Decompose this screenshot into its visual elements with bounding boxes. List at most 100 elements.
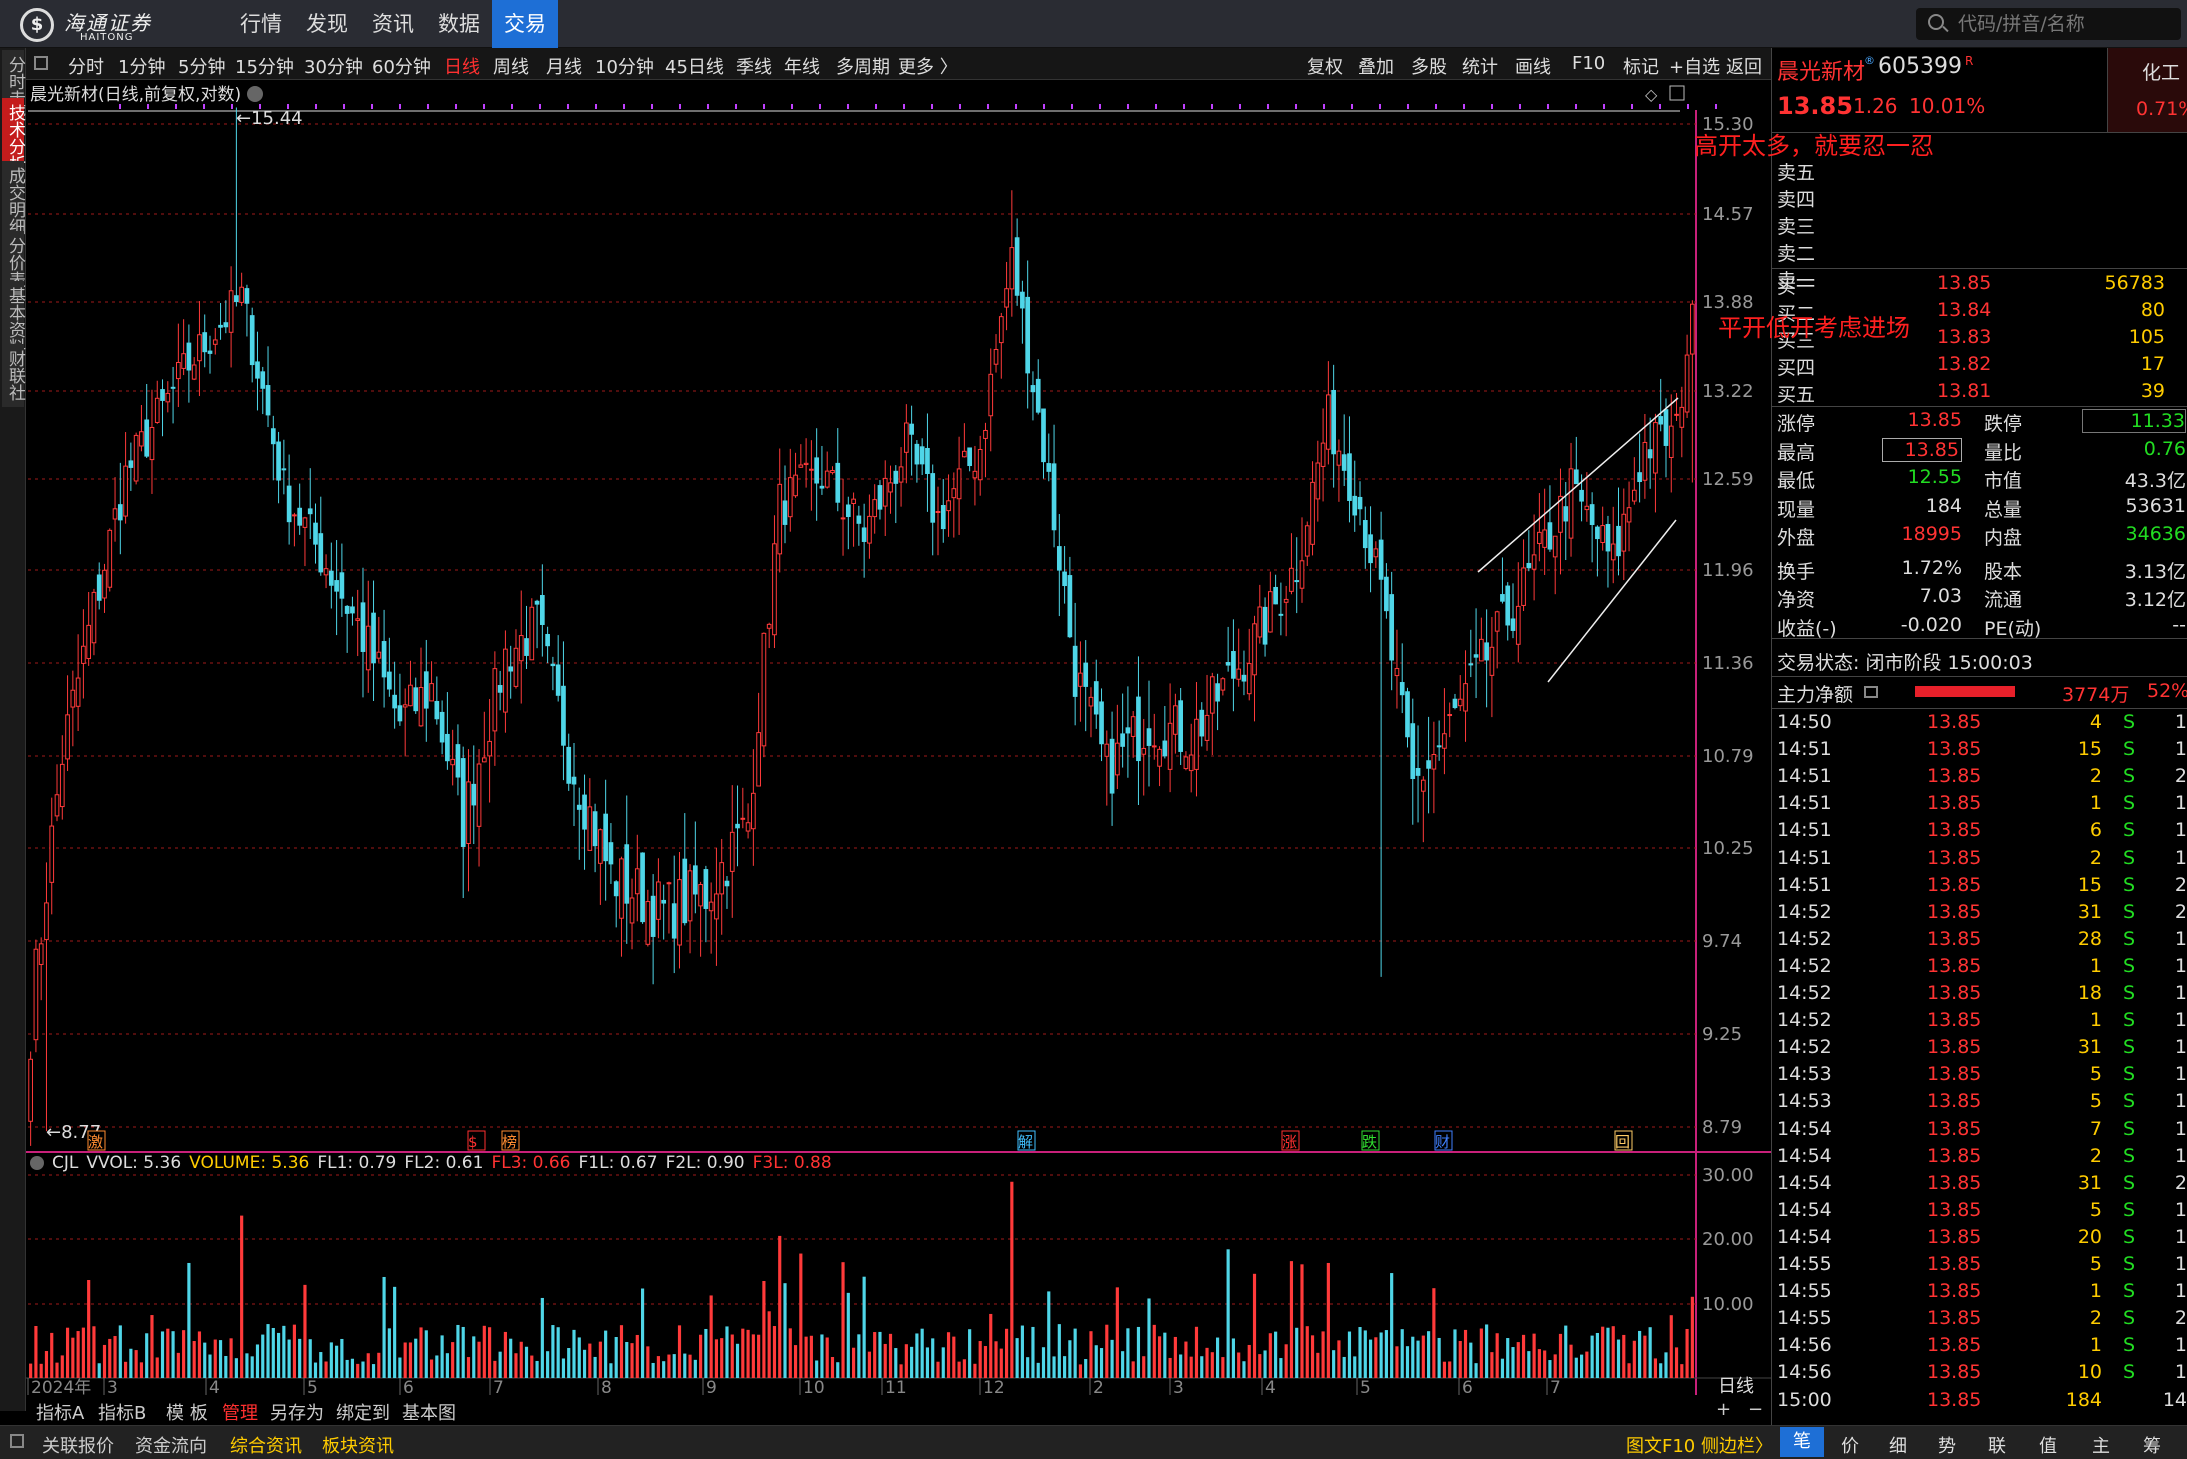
volume-toggle-icon[interactable] (30, 1156, 44, 1170)
nav-item[interactable]: 资讯 (360, 0, 426, 48)
main-flow-icon[interactable] (1864, 686, 1878, 698)
chart-options-icon[interactable] (247, 86, 264, 102)
candle-body (592, 811, 598, 847)
period-tab[interactable]: 季线 (736, 53, 772, 79)
quote-panel-tab[interactable]: 值 (2026, 1432, 2070, 1458)
tick-volume: 10 (2077, 1361, 2102, 1384)
candle-body (1368, 534, 1373, 564)
period-tab[interactable]: 多周期 (836, 53, 890, 79)
candle-body (207, 350, 213, 354)
indicator-toolbar-button[interactable]: 指标A (36, 1399, 84, 1425)
nav-item[interactable]: 交易 (492, 0, 558, 48)
bottom-news-tab[interactable]: 资金流向 (135, 1432, 207, 1458)
quote-panel-tab[interactable]: 势 (1925, 1432, 1969, 1458)
quote-panel-tab[interactable]: 主 (2079, 1432, 2123, 1458)
candle-body (1410, 723, 1416, 780)
candle-body (1046, 463, 1052, 472)
volume-bar (1163, 1332, 1167, 1378)
window-icon[interactable] (1669, 85, 1685, 101)
candle-body (418, 687, 424, 727)
candle-body (1515, 605, 1521, 645)
indicator-toolbar-button[interactable]: 管理 (222, 1399, 258, 1425)
quote-panel-tab[interactable]: 价 (1828, 1432, 1872, 1458)
quote-panel-tab[interactable]: 筹 (2130, 1432, 2174, 1458)
indicator-toolbar-button[interactable]: 绑定到 (336, 1399, 390, 1425)
quote-panel-tab[interactable]: 细 (1876, 1432, 1920, 1458)
period-tab[interactable]: 月线 (546, 53, 582, 79)
tool-button[interactable]: 返回 (1726, 53, 1762, 79)
search-input[interactable]: 代码/拼音/名称 (1916, 8, 2181, 40)
tool-button[interactable]: 标记 (1623, 53, 1659, 79)
f10-sidebar-link[interactable]: 图文F10 侧边栏〉 (1626, 1432, 1773, 1458)
annotation-text: 平开低开考虑进场 (1718, 314, 1910, 342)
period-tab[interactable]: 周线 (493, 53, 529, 79)
period-tab[interactable]: 分时 (68, 53, 104, 79)
event-marker[interactable]: 跌 (1362, 1133, 1377, 1151)
candle-body (988, 373, 994, 417)
nav-item[interactable]: 发现 (294, 0, 360, 48)
diamond-icon[interactable]: ◇ (1645, 85, 1658, 104)
volume-bar (187, 1262, 191, 1378)
quote-panel-tab[interactable]: 笔 (1780, 1427, 1824, 1457)
volume-bar (71, 1337, 75, 1378)
period-tab[interactable]: 60分钟 (372, 53, 431, 79)
period-tab[interactable]: 年线 (784, 53, 820, 79)
period-tab[interactable]: 45日线 (665, 53, 724, 79)
candle-body (91, 591, 97, 644)
nav-item[interactable]: 数据 (426, 0, 492, 48)
event-marker[interactable]: 涨 (1282, 1133, 1297, 1151)
period-tab[interactable]: 10分钟 (595, 53, 654, 79)
tick-price: 13.85 (1927, 982, 1982, 1004)
period-tab[interactable]: 5分钟 (178, 53, 225, 79)
volume-bar (625, 1341, 629, 1378)
tool-button[interactable]: 画线 (1515, 53, 1551, 79)
period-tab[interactable]: 15分钟 (235, 53, 294, 79)
kline-chart[interactable]: 15.3014.5713.8813.2212.5911.9611.3610.79… (26, 80, 1771, 1397)
tick-volume: 18 (2077, 982, 2102, 1004)
event-marker[interactable]: 回 (1615, 1133, 1630, 1151)
add-icon[interactable]: + (1716, 1399, 1731, 1420)
x-axis-label: 3 (107, 1378, 118, 1397)
event-marker[interactable]: 财 (1435, 1133, 1450, 1151)
volume-bar (182, 1330, 186, 1378)
event-marker[interactable]: 激 (88, 1133, 103, 1151)
candle-body (1542, 529, 1547, 548)
event-marker[interactable]: $ (468, 1133, 478, 1151)
candle-body (1605, 523, 1611, 552)
period-tab[interactable]: 1分钟 (118, 53, 165, 79)
nav-item[interactable]: 行情 (228, 0, 294, 48)
period-tab[interactable]: 日线 (444, 53, 480, 79)
event-marker[interactable]: 解 (1018, 1133, 1033, 1151)
event-marker[interactable]: 榜 (502, 1133, 517, 1151)
volume-bar (593, 1356, 597, 1378)
tool-button[interactable]: F10 (1572, 53, 1605, 74)
period-tab[interactable]: 30分钟 (304, 53, 363, 79)
indicator-toolbar-button[interactable]: 模 板 (166, 1399, 208, 1425)
indicator-toolbar-button[interactable]: 指标B (98, 1399, 146, 1425)
indicator-toolbar-button[interactable]: 基本图 (402, 1399, 456, 1425)
indicator-toolbar-button[interactable]: 另存为 (270, 1399, 324, 1425)
tool-button[interactable]: 多股 (1411, 53, 1447, 79)
remove-icon[interactable]: − (1748, 1399, 1763, 1420)
trendline-upper[interactable] (1477, 397, 1679, 573)
candle-body (1236, 668, 1242, 680)
candle-body (925, 447, 930, 474)
volume-bar (999, 1348, 1003, 1378)
candle-body (1637, 472, 1642, 483)
bottom-news-tab[interactable]: 关联报价 (42, 1432, 114, 1458)
left-tab[interactable]: 成交明细 (2, 161, 25, 241)
volume-bar (1643, 1335, 1647, 1378)
bottom-news-tab[interactable]: 板块资讯 (322, 1432, 394, 1458)
tool-button[interactable]: 叠加 (1358, 53, 1394, 79)
toggle-panel-icon[interactable] (34, 56, 48, 70)
tool-button[interactable]: +自选 (1669, 53, 1720, 79)
bottom-news-tab[interactable]: 综合资讯 (230, 1432, 302, 1458)
left-tab[interactable]: 财联社 (2, 344, 25, 407)
tool-button[interactable]: 统计 (1462, 53, 1498, 79)
quote-panel-tab[interactable]: 联 (1975, 1432, 2019, 1458)
period-tab[interactable]: 更多 〉 (898, 53, 958, 79)
volume-bar (266, 1324, 270, 1378)
volume-bar (604, 1330, 608, 1378)
tool-button[interactable]: 复权 (1307, 53, 1343, 79)
collapse-icon[interactable] (10, 1434, 24, 1448)
